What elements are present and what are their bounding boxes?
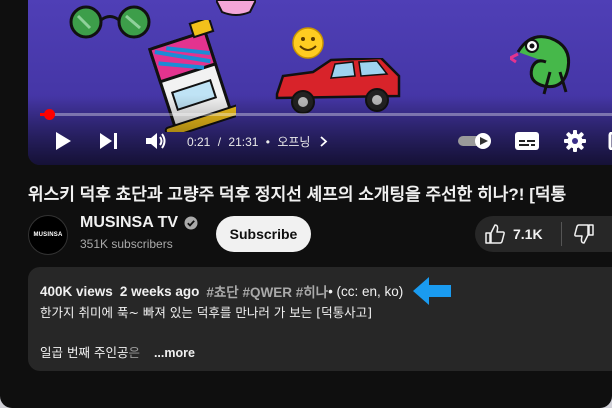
channel-name-text[interactable]: MUSINSA TV bbox=[80, 214, 178, 232]
subtitles-icon bbox=[515, 132, 539, 150]
settings-button[interactable] bbox=[563, 129, 587, 153]
channel-avatar[interactable]: MUSINSA bbox=[28, 215, 68, 255]
description-meta: 400K views 2 weeks ago #쵸단 #QWER #히나 • (… bbox=[40, 281, 403, 301]
thumbs-up-icon bbox=[485, 224, 505, 244]
description-box[interactable]: 400K views 2 weeks ago #쵸단 #QWER #히나 • (… bbox=[28, 267, 612, 371]
smiley-sticker bbox=[292, 27, 324, 59]
like-dislike-group: 7.1K bbox=[475, 216, 612, 252]
annotation-arrow-icon bbox=[413, 277, 451, 305]
captions-info: • (cc: en, ko) bbox=[328, 283, 404, 299]
avatar-logo-text: MUSINSA bbox=[33, 232, 63, 238]
progress-scrubber[interactable] bbox=[44, 109, 55, 120]
play-icon bbox=[56, 132, 71, 150]
chapter-title[interactable]: 오프닝 bbox=[277, 135, 310, 149]
sunglasses-sticker bbox=[69, 5, 151, 39]
youtube-watch-page: 0:21 / 21:31 • 오프닝 위스키 덕후 쵸단과 고량주 덕후 정지선… bbox=[0, 0, 612, 408]
like-button[interactable]: 7.1K bbox=[475, 216, 561, 252]
autoplay-toggle[interactable] bbox=[458, 133, 492, 149]
dislike-button[interactable] bbox=[562, 216, 594, 252]
autoplay-icon bbox=[458, 133, 491, 149]
chevron-right-icon[interactable] bbox=[320, 136, 328, 147]
description-line: 한가지 취미에 푹~ 빠져 있는 덕후를 만나러 가 보는 [덕통사고] bbox=[40, 305, 372, 320]
chameleon-sticker bbox=[510, 35, 571, 95]
view-count: 400K views bbox=[40, 283, 113, 299]
more-button[interactable]: ...more bbox=[154, 346, 195, 360]
miniplayer-button[interactable] bbox=[606, 130, 612, 152]
video-player[interactable]: 0:21 / 21:31 • 오프닝 bbox=[28, 0, 612, 165]
play-button[interactable] bbox=[52, 130, 74, 152]
time-separator: / bbox=[217, 135, 222, 149]
hashtags[interactable]: #쵸단 #QWER #히나 bbox=[206, 281, 328, 301]
description-line: 일곱 번째 주인공은 ...more bbox=[40, 342, 195, 361]
pink-sticker bbox=[216, 0, 256, 16]
video-title: 위스키 덕후 쵸단과 고량주 덕후 정지선 셰프의 소개팅을 주선한 히나?! … bbox=[28, 185, 567, 204]
duration: 21:31 bbox=[228, 135, 259, 149]
subscriber-count: 351K subscribers bbox=[80, 237, 173, 251]
skip-next-icon bbox=[100, 133, 117, 149]
subtitles-button[interactable] bbox=[514, 130, 540, 152]
miniplayer-icon bbox=[608, 132, 612, 150]
description-line-text: 일곱 번째 주인공 bbox=[40, 345, 129, 360]
corner-sticker bbox=[608, 66, 612, 82]
volume-button[interactable] bbox=[145, 130, 169, 152]
chapter-dot: • bbox=[265, 135, 270, 149]
upload-age: 2 weeks ago bbox=[119, 283, 200, 299]
current-time: 0:21 bbox=[187, 135, 211, 149]
gear-icon bbox=[564, 130, 586, 152]
verified-badge-icon bbox=[184, 216, 198, 230]
subscribe-button[interactable]: Subscribe bbox=[216, 216, 311, 252]
description-fade-text: 은 bbox=[128, 345, 140, 360]
progress-bar[interactable] bbox=[40, 109, 612, 120]
next-button[interactable] bbox=[98, 130, 120, 152]
thumbs-down-icon bbox=[574, 224, 594, 244]
volume-icon bbox=[146, 133, 166, 149]
channel-name[interactable]: MUSINSA TV bbox=[80, 214, 198, 232]
like-count: 7.1K bbox=[513, 226, 543, 242]
time-display: 0:21 / 21:31 • 오프닝 bbox=[187, 133, 328, 150]
